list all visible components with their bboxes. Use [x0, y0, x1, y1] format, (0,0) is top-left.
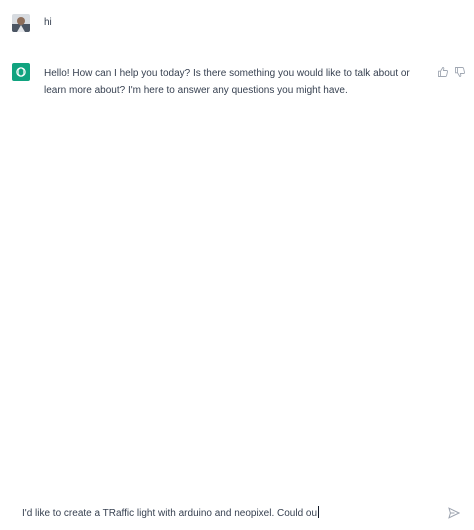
thumbs-down-icon[interactable]: [454, 65, 466, 77]
message-composer[interactable]: I'd like to create a TRaffic light with …: [0, 496, 474, 530]
text-caret: [318, 506, 320, 518]
openai-logo-icon: [12, 63, 30, 81]
assistant-message-text: Hello! How can I help you today? Is ther…: [44, 68, 410, 96]
user-message-row: hi: [0, 0, 474, 46]
user-message-text: hi: [44, 17, 52, 28]
message-input[interactable]: I'd like to create a TRaffic light with …: [22, 506, 320, 520]
thumbs-up-icon[interactable]: [437, 65, 449, 77]
message-input-value: I'd like to create a TRaffic light with …: [22, 508, 318, 519]
user-avatar: [12, 14, 30, 32]
send-icon[interactable]: [448, 506, 461, 519]
chat-page: hi Hello! How can I help you today? Is t…: [0, 0, 474, 530]
assistant-message-row: Hello! How can I help you today? Is ther…: [0, 46, 474, 116]
